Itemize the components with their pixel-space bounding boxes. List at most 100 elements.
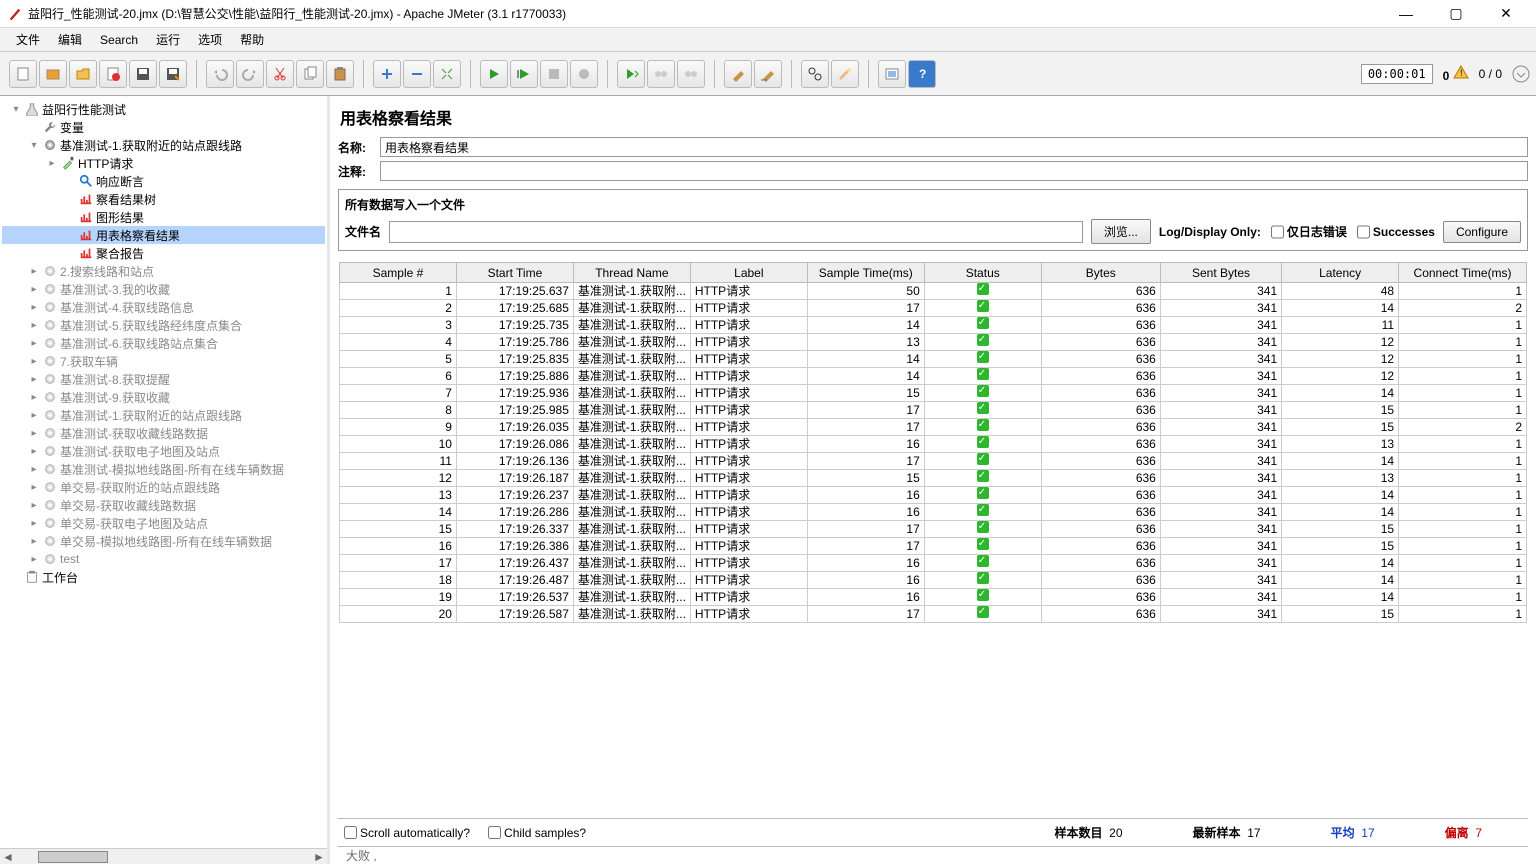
remote-stop-button[interactable]: [677, 60, 705, 88]
close-test-button[interactable]: [99, 60, 127, 88]
minimize-button[interactable]: —: [1390, 4, 1422, 24]
templates-button[interactable]: [39, 60, 67, 88]
col-header[interactable]: Thread Name: [573, 263, 690, 283]
tree-h-scrollbar[interactable]: ◄►: [0, 848, 327, 864]
tree-toggle[interactable]: ▸: [28, 266, 40, 277]
table-row[interactable]: 317:19:25.735基准测试-1.获取附...HTTP请求14636341…: [340, 317, 1527, 334]
tree-node[interactable]: 变量: [2, 118, 325, 136]
tree-toggle[interactable]: ▸: [28, 356, 40, 367]
tree-node[interactable]: ▸单交易-获取电子地图及站点: [2, 514, 325, 532]
tree-node[interactable]: ▸7.获取车辆: [2, 352, 325, 370]
menu-options[interactable]: 选项: [190, 29, 230, 50]
tree-node[interactable]: ▸基准测试-1.获取附近的站点跟线路: [2, 406, 325, 424]
table-row[interactable]: 1817:19:26.487基准测试-1.获取附...HTTP请求1663634…: [340, 572, 1527, 589]
table-row[interactable]: 917:19:26.035基准测试-1.获取附...HTTP请求17636341…: [340, 419, 1527, 436]
tree-toggle[interactable]: ▸: [28, 554, 40, 565]
table-row[interactable]: 1117:19:26.136基准测试-1.获取附...HTTP请求1763634…: [340, 453, 1527, 470]
remote-start-all-button[interactable]: [647, 60, 675, 88]
col-header[interactable]: Connect Time(ms): [1399, 263, 1527, 283]
table-row[interactable]: 1617:19:26.386基准测试-1.获取附...HTTP请求1763634…: [340, 538, 1527, 555]
col-header[interactable]: Latency: [1282, 263, 1399, 283]
tree-node[interactable]: ▸基准测试-3.我的收藏: [2, 280, 325, 298]
tree-node[interactable]: ▸HTTP请求: [2, 154, 325, 172]
table-row[interactable]: 617:19:25.886基准测试-1.获取附...HTTP请求14636341…: [340, 368, 1527, 385]
table-row[interactable]: 817:19:25.985基准测试-1.获取附...HTTP请求17636341…: [340, 402, 1527, 419]
table-row[interactable]: 1417:19:26.286基准测试-1.获取附...HTTP请求1663634…: [340, 504, 1527, 521]
tree-toggle[interactable]: ▸: [28, 428, 40, 439]
tree-toggle[interactable]: ▸: [28, 284, 40, 295]
configure-button[interactable]: Configure: [1443, 221, 1521, 243]
tree-node[interactable]: ▸基准测试-8.获取提醒: [2, 370, 325, 388]
redo-button[interactable]: [236, 60, 264, 88]
filename-input[interactable]: [389, 221, 1083, 243]
tree-node[interactable]: ▸基准测试-4.获取线路信息: [2, 298, 325, 316]
paste-button[interactable]: [326, 60, 354, 88]
menu-file[interactable]: 文件: [8, 29, 48, 50]
clear-button[interactable]: [724, 60, 752, 88]
tree-node[interactable]: ▸基准测试-6.获取线路站点集合: [2, 334, 325, 352]
results-table[interactable]: Sample #Start TimeThread NameLabelSample…: [339, 262, 1527, 623]
scroll-auto-checkbox[interactable]: Scroll automatically?: [344, 826, 470, 840]
start-button[interactable]: [480, 60, 508, 88]
collapse-button[interactable]: [403, 60, 431, 88]
table-row[interactable]: 1217:19:26.187基准测试-1.获取附...HTTP请求1563634…: [340, 470, 1527, 487]
tree-node[interactable]: ▾基准测试-1.获取附近的站点跟线路: [2, 136, 325, 154]
tree-toggle[interactable]: ▸: [28, 464, 40, 475]
browse-button[interactable]: 浏览...: [1091, 219, 1151, 244]
tree-node[interactable]: 用表格察看结果: [2, 226, 325, 244]
tree-node[interactable]: 工作台: [2, 568, 325, 586]
function-helper-button[interactable]: [878, 60, 906, 88]
tree-node[interactable]: ▸test: [2, 550, 325, 568]
tree-toggle[interactable]: ▸: [28, 536, 40, 547]
table-row[interactable]: 1317:19:26.237基准测试-1.获取附...HTTP请求1663634…: [340, 487, 1527, 504]
tree-node[interactable]: ▸单交易-获取收藏线路数据: [2, 496, 325, 514]
menu-help[interactable]: 帮助: [232, 29, 272, 50]
table-row[interactable]: 717:19:25.936基准测试-1.获取附...HTTP请求15636341…: [340, 385, 1527, 402]
comment-input[interactable]: [380, 161, 1528, 181]
table-row[interactable]: 2017:19:26.587基准测试-1.获取附...HTTP请求1763634…: [340, 606, 1527, 623]
tree-node[interactable]: ▸基准测试-9.获取收藏: [2, 388, 325, 406]
help-button[interactable]: ?: [908, 60, 936, 88]
tree-toggle[interactable]: ▸: [28, 320, 40, 331]
close-button[interactable]: ✕: [1490, 4, 1522, 24]
maximize-button[interactable]: ▢: [1440, 4, 1472, 24]
cut-button[interactable]: [266, 60, 294, 88]
tree-node[interactable]: 响应断言: [2, 172, 325, 190]
table-row[interactable]: 1017:19:26.086基准测试-1.获取附...HTTP请求1663634…: [340, 436, 1527, 453]
table-row[interactable]: 217:19:25.685基准测试-1.获取附...HTTP请求17636341…: [340, 300, 1527, 317]
tree-node[interactable]: ▸2.搜索线路和站点: [2, 262, 325, 280]
table-row[interactable]: 417:19:25.786基准测试-1.获取附...HTTP请求13636341…: [340, 334, 1527, 351]
tree-toggle[interactable]: ▸: [28, 392, 40, 403]
table-row[interactable]: 117:19:25.637基准测试-1.获取附...HTTP请求50636341…: [340, 283, 1527, 300]
col-header[interactable]: Start Time: [456, 263, 573, 283]
stop-button[interactable]: [540, 60, 568, 88]
menu-edit[interactable]: 编辑: [50, 29, 90, 50]
tree-toggle[interactable]: ▸: [46, 158, 58, 169]
table-row[interactable]: 517:19:25.835基准测试-1.获取附...HTTP请求14636341…: [340, 351, 1527, 368]
tree-node[interactable]: ▸单交易-获取附近的站点跟线路: [2, 478, 325, 496]
search-tree-button[interactable]: [801, 60, 829, 88]
tree-node[interactable]: 图形结果: [2, 208, 325, 226]
tree-toggle[interactable]: ▸: [28, 374, 40, 385]
table-row[interactable]: 1517:19:26.337基准测试-1.获取附...HTTP请求1763634…: [340, 521, 1527, 538]
table-row[interactable]: 1717:19:26.437基准测试-1.获取附...HTTP请求1663634…: [340, 555, 1527, 572]
col-header[interactable]: Sent Bytes: [1160, 263, 1281, 283]
table-row[interactable]: 1917:19:26.537基准测试-1.获取附...HTTP请求1663634…: [340, 589, 1527, 606]
tree-node[interactable]: ▸基准测试-模拟地线路图-所有在线车辆数据: [2, 460, 325, 478]
col-header[interactable]: Sample #: [340, 263, 457, 283]
child-samples-checkbox[interactable]: Child samples?: [488, 826, 586, 840]
expand-button[interactable]: [373, 60, 401, 88]
copy-button[interactable]: [296, 60, 324, 88]
save-button[interactable]: [129, 60, 157, 88]
tree-node[interactable]: ▸基准测试-获取收藏线路数据: [2, 424, 325, 442]
tree-node[interactable]: 察看结果树: [2, 190, 325, 208]
toggle-button[interactable]: [433, 60, 461, 88]
menu-run[interactable]: 运行: [148, 29, 188, 50]
tree-node[interactable]: 聚合报告: [2, 244, 325, 262]
tree-toggle[interactable]: ▸: [28, 500, 40, 511]
tree-toggle[interactable]: ▸: [28, 302, 40, 313]
clear-all-button[interactable]: [754, 60, 782, 88]
shutdown-button[interactable]: [570, 60, 598, 88]
tree-toggle[interactable]: ▸: [28, 518, 40, 529]
tree-toggle[interactable]: ▾: [10, 104, 22, 115]
